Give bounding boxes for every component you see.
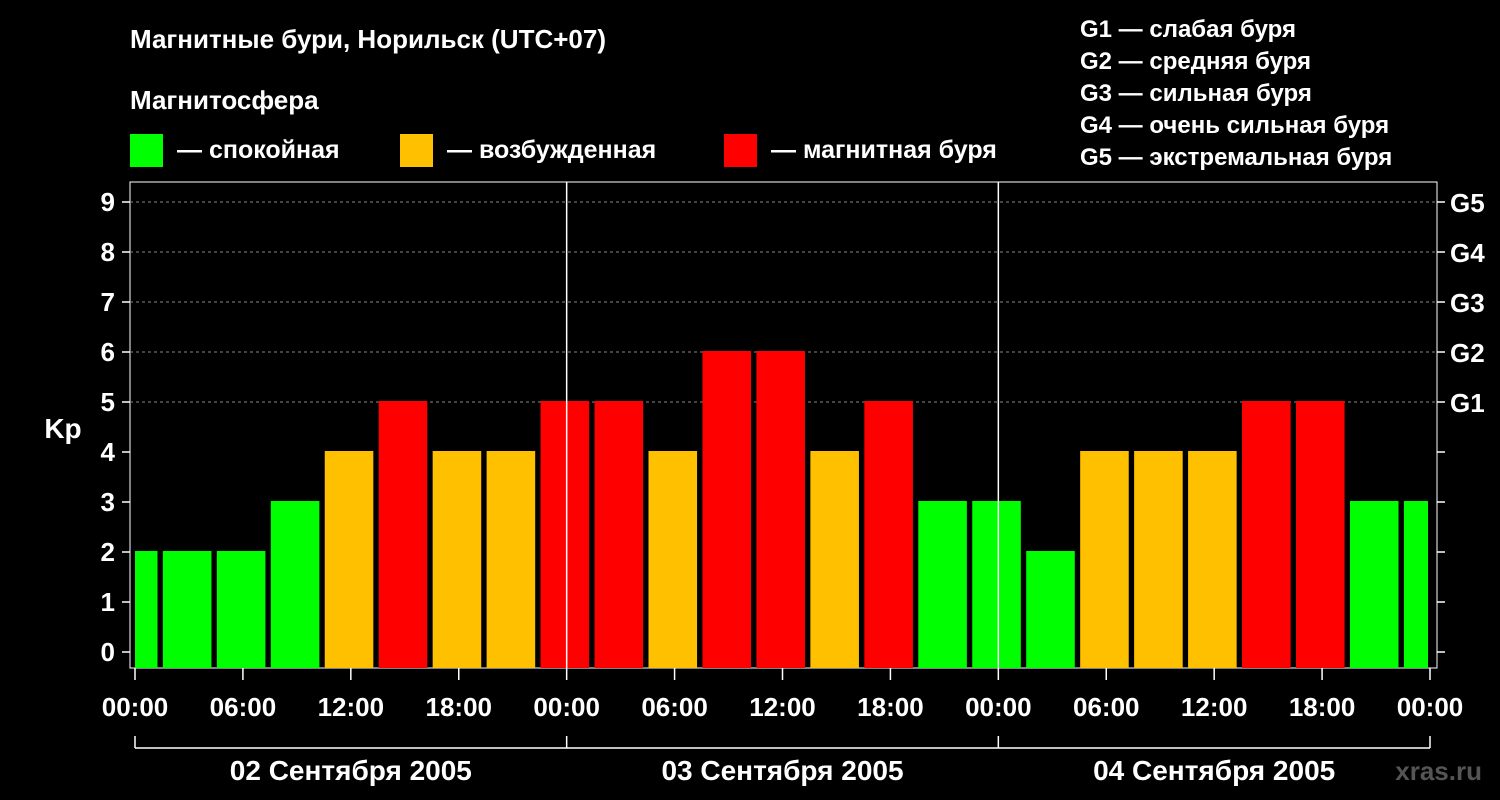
y-tick-label-9: 9: [101, 187, 115, 217]
bar-13: [756, 351, 805, 668]
bar-6: [378, 401, 428, 668]
x-tick-label-10: 06:00: [1073, 692, 1140, 722]
right-label-G5: G5: [1450, 188, 1485, 218]
day-label-3: 04 Сентября 2005: [1093, 755, 1335, 786]
bar-11: [648, 451, 698, 668]
y-axis-label: Kp: [44, 413, 81, 444]
g-scale-item-4: G4 — очень сильная буря: [1080, 112, 1389, 139]
legend-label-3: — магнитная буря: [771, 136, 997, 164]
bar-2: [162, 551, 212, 668]
day-label-1: 02 Сентября 2005: [230, 755, 472, 786]
bar-5: [324, 451, 374, 668]
legend-label-1: — спокойная: [177, 136, 340, 164]
x-tick-label-6: 06:00: [641, 692, 708, 722]
x-tick-label-9: 00:00: [965, 692, 1032, 722]
x-tick-label-13: 00:00: [1397, 692, 1464, 722]
x-tick-label-12: 18:00: [1289, 692, 1356, 722]
right-label-G4: G4: [1450, 238, 1485, 268]
g-scale-item-1: G1 — слабая буря: [1080, 16, 1296, 43]
x-tick-label-11: 12:00: [1181, 692, 1248, 722]
bar-12: [702, 351, 752, 668]
x-tick-label-2: 06:00: [210, 692, 277, 722]
bar-9: [540, 401, 590, 668]
day-label-2: 03 Сентября 2005: [661, 755, 903, 786]
x-tick-label-5: 00:00: [533, 692, 600, 722]
bar-15: [864, 401, 913, 668]
bar-25: [1403, 501, 1428, 668]
bar-14: [810, 451, 859, 668]
g-scale-item-3: G3 — сильная буря: [1080, 80, 1312, 107]
x-tick-label-3: 12:00: [318, 692, 385, 722]
y-tick-label-2: 2: [101, 537, 115, 567]
bar-3: [216, 551, 266, 668]
right-label-G1: G1: [1450, 388, 1485, 418]
legend: — спокойная — возбужденная — магнитная бур…: [130, 134, 997, 167]
y-tick-label-3: 3: [101, 487, 115, 517]
legend-title: Магнитосфера: [130, 85, 319, 115]
bar-21: [1188, 451, 1237, 668]
bar-20: [1134, 451, 1183, 668]
bar-22: [1242, 401, 1291, 668]
bar-1: [135, 551, 158, 668]
bar-7: [432, 451, 482, 668]
bar-24: [1349, 501, 1399, 668]
x-tick-label-7: 12:00: [749, 692, 816, 722]
bar-19: [1080, 451, 1129, 668]
bar-8: [486, 451, 536, 668]
right-label-G3: G3: [1450, 288, 1485, 318]
x-tick-label-4: 18:00: [426, 692, 493, 722]
right-label-G2: G2: [1450, 338, 1485, 368]
y-tick-label-1: 1: [101, 587, 115, 617]
watermark: xras.ru: [1395, 756, 1482, 786]
bar-23: [1296, 401, 1345, 668]
y-tick-label-0: 0: [101, 637, 115, 667]
y-tick-label-6: 6: [101, 337, 115, 367]
legend-swatch-2: [400, 134, 433, 167]
y-tick-label-5: 5: [101, 387, 115, 417]
y-tick-label-4: 4: [101, 437, 116, 467]
bar-16: [918, 501, 967, 668]
x-tick-label-8: 18:00: [857, 692, 924, 722]
bar-18: [1026, 551, 1075, 668]
bar-4: [270, 501, 320, 668]
bar-10: [594, 401, 644, 668]
chart-title: Магнитные бури, Норильск (UTC+07): [130, 24, 606, 54]
y-tick-label-7: 7: [101, 287, 115, 317]
legend-swatch-3: [724, 134, 757, 167]
legend-swatch-1: [130, 134, 163, 167]
legend-label-2: — возбужденная: [447, 136, 656, 164]
y-tick-label-8: 8: [101, 237, 115, 267]
chart: Магнитные бури, Норильск (UTC+07) Магнит…: [0, 0, 1500, 800]
g-scale-item-2: G2 — средняя буря: [1080, 48, 1311, 75]
bar-17: [972, 501, 1021, 668]
g-scale-item-5: G5 — экстремальная буря: [1080, 144, 1392, 171]
x-tick-label-1: 00:00: [102, 692, 169, 722]
